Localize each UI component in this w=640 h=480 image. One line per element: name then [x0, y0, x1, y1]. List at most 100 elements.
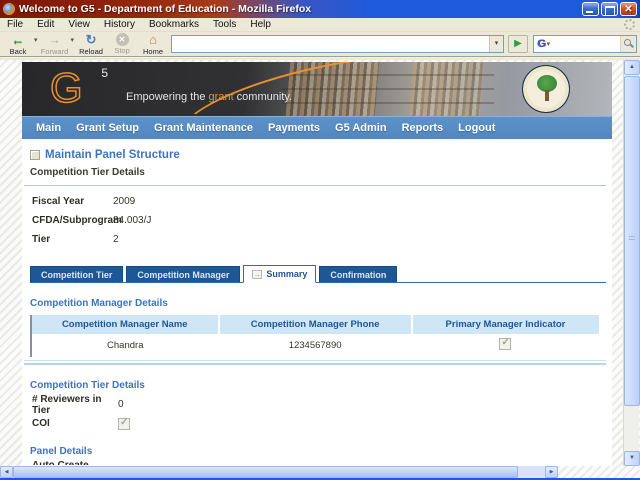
nav-payments[interactable]: Payments: [268, 122, 320, 134]
tier-value: 2: [113, 234, 119, 245]
navigation-toolbar: ← Back ▾ → Forward ▾ ↻ Reload ✕ Stop ⌂ H…: [0, 32, 640, 58]
cfda-value: 84.003/J: [113, 215, 152, 226]
manager-details-heading: Competition Manager Details: [30, 298, 168, 309]
search-button[interactable]: [620, 36, 636, 52]
g5-banner: G 5 Empowering the grant community.: [22, 62, 612, 116]
vertical-scrollbar-thumb[interactable]: [624, 76, 640, 406]
menu-bar: File Edit View History Bookmarks Tools H…: [0, 18, 640, 32]
stop-button[interactable]: ✕ Stop: [107, 31, 137, 57]
horizontal-scrollbar[interactable]: ◀ ▶: [0, 466, 558, 478]
horizontal-scrollbar-thumb[interactable]: [13, 466, 518, 478]
window-titlebar: Welcome to G5 - Department of Education …: [0, 0, 640, 18]
tab-confirmation[interactable]: Confirmation: [319, 266, 398, 282]
cfda-row: CFDA/Subprogram 84.003/J: [32, 213, 606, 228]
tab-summary[interactable]: → Summary: [243, 265, 317, 283]
minimize-button[interactable]: [582, 2, 599, 16]
fiscal-year-label: Fiscal Year: [32, 196, 85, 207]
g5-logo: G 5: [49, 63, 108, 112]
manager-phone-cell: 1234567890: [288, 340, 342, 351]
nav-logout[interactable]: Logout: [458, 122, 495, 134]
menu-edit[interactable]: Edit: [30, 18, 61, 31]
manager-table-row: Chandra 1234567890: [31, 334, 599, 357]
tier-row: Tier 2: [32, 232, 606, 247]
back-dropdown-icon[interactable]: ▾: [34, 36, 38, 44]
back-button[interactable]: ← Back: [3, 31, 33, 57]
fiscal-year-row: Fiscal Year 2009: [32, 194, 606, 209]
manager-table-header: Competition Manager Name Competition Man…: [31, 315, 600, 334]
menu-tools[interactable]: Tools: [206, 18, 243, 31]
reload-button[interactable]: ↻ Reload: [76, 31, 106, 57]
page-title: Maintain Panel Structure: [45, 149, 180, 161]
reviewers-row: # Reviewers in Tier 0: [32, 394, 606, 416]
restore-button[interactable]: [601, 2, 618, 16]
tab-competition-tier[interactable]: Competition Tier: [30, 266, 124, 282]
coi-checkbox: [118, 417, 130, 430]
tab-bar: Competition Tier Competition Manager → Su…: [30, 265, 606, 283]
menu-bookmarks[interactable]: Bookmarks: [142, 18, 206, 31]
reload-icon: ↻: [85, 31, 97, 47]
go-button[interactable]: ▶: [508, 35, 528, 53]
close-button[interactable]: [620, 2, 637, 16]
auto-create-checkbox[interactable]: [118, 464, 130, 465]
google-logo-icon: G: [537, 38, 546, 50]
divider: [24, 185, 606, 186]
menu-history[interactable]: History: [97, 18, 142, 31]
page-content: G 5 Empowering the grant community. Main…: [22, 62, 612, 466]
coi-label: COI: [32, 418, 50, 429]
throbber-icon: [624, 19, 635, 30]
nav-g5-admin[interactable]: G5 Admin: [335, 122, 387, 134]
scroll-up-icon[interactable]: ▲: [624, 60, 640, 75]
stop-icon: ✕: [115, 33, 129, 47]
manager-table: Competition Manager Name Competition Man…: [30, 315, 600, 357]
forward-icon: →: [48, 31, 62, 47]
home-button[interactable]: ⌂ Home: [138, 31, 168, 57]
search-box: G ▾: [533, 35, 637, 53]
scroll-left-icon[interactable]: ◀: [0, 466, 13, 478]
scroll-down-icon[interactable]: ▼: [624, 451, 640, 466]
col-primary-indicator: Primary Manager Indicator: [411, 315, 600, 334]
firefox-icon: [3, 3, 15, 15]
nav-main[interactable]: Main: [36, 122, 61, 134]
nav-grant-setup[interactable]: Grant Setup: [76, 122, 139, 134]
divider: [24, 360, 606, 365]
primary-indicator-cell: [412, 334, 600, 357]
nav-grant-maintenance[interactable]: Grant Maintenance: [154, 122, 253, 134]
search-engine-dropdown-icon[interactable]: ▾: [547, 40, 551, 48]
main-panel: Maintain Panel Structure Competition Tie…: [22, 139, 612, 465]
panel-details-heading: Panel Details: [30, 446, 93, 457]
active-tab-arrow-icon: →: [252, 269, 263, 279]
back-icon: ←: [11, 31, 25, 47]
forward-dropdown-icon[interactable]: ▾: [71, 36, 75, 44]
menu-view[interactable]: View: [61, 18, 97, 31]
home-icon: ⌂: [149, 31, 157, 47]
education-seal-icon: [522, 65, 570, 113]
auto-create-row: Auto Create Panels: [32, 460, 606, 465]
search-input[interactable]: [551, 37, 620, 51]
reviewers-label: # Reviewers in Tier: [32, 393, 102, 416]
banner-tagline: Empowering the grant community.: [126, 91, 293, 103]
page-title-icon: [30, 150, 40, 160]
browser-viewport: G 5 Empowering the grant community. Main…: [0, 60, 640, 466]
fiscal-year-value: 2009: [113, 196, 136, 207]
coi-row: COI: [32, 416, 606, 431]
cfda-label: CFDA/Subprogram: [32, 215, 122, 226]
vertical-scrollbar[interactable]: ▲ ▼: [623, 60, 640, 466]
forward-button[interactable]: → Forward: [40, 31, 70, 57]
manager-name-cell: Chandra: [107, 340, 144, 351]
scroll-right-icon[interactable]: ▶: [545, 466, 558, 478]
address-bar: ▾: [171, 35, 504, 53]
menu-help[interactable]: Help: [243, 18, 278, 31]
address-dropdown-icon[interactable]: ▾: [489, 36, 503, 52]
reviewers-value: 0: [118, 399, 124, 410]
tab-competition-manager[interactable]: Competition Manager: [126, 266, 241, 282]
tier-details-heading: Competition Tier Details: [30, 167, 145, 178]
col-manager-phone: Competition Manager Phone: [218, 315, 413, 334]
bottom-bar: ◀ ▶: [0, 466, 640, 478]
main-nav-menu: Main Grant Setup Grant Maintenance Payme…: [22, 116, 612, 139]
address-input[interactable]: [172, 37, 489, 51]
tier-label: Tier: [32, 234, 51, 245]
window-title: Welcome to G5 - Department of Education …: [19, 3, 312, 15]
col-manager-name: Competition Manager Name: [31, 315, 220, 334]
nav-reports[interactable]: Reports: [402, 122, 444, 134]
menu-file[interactable]: File: [0, 18, 30, 31]
